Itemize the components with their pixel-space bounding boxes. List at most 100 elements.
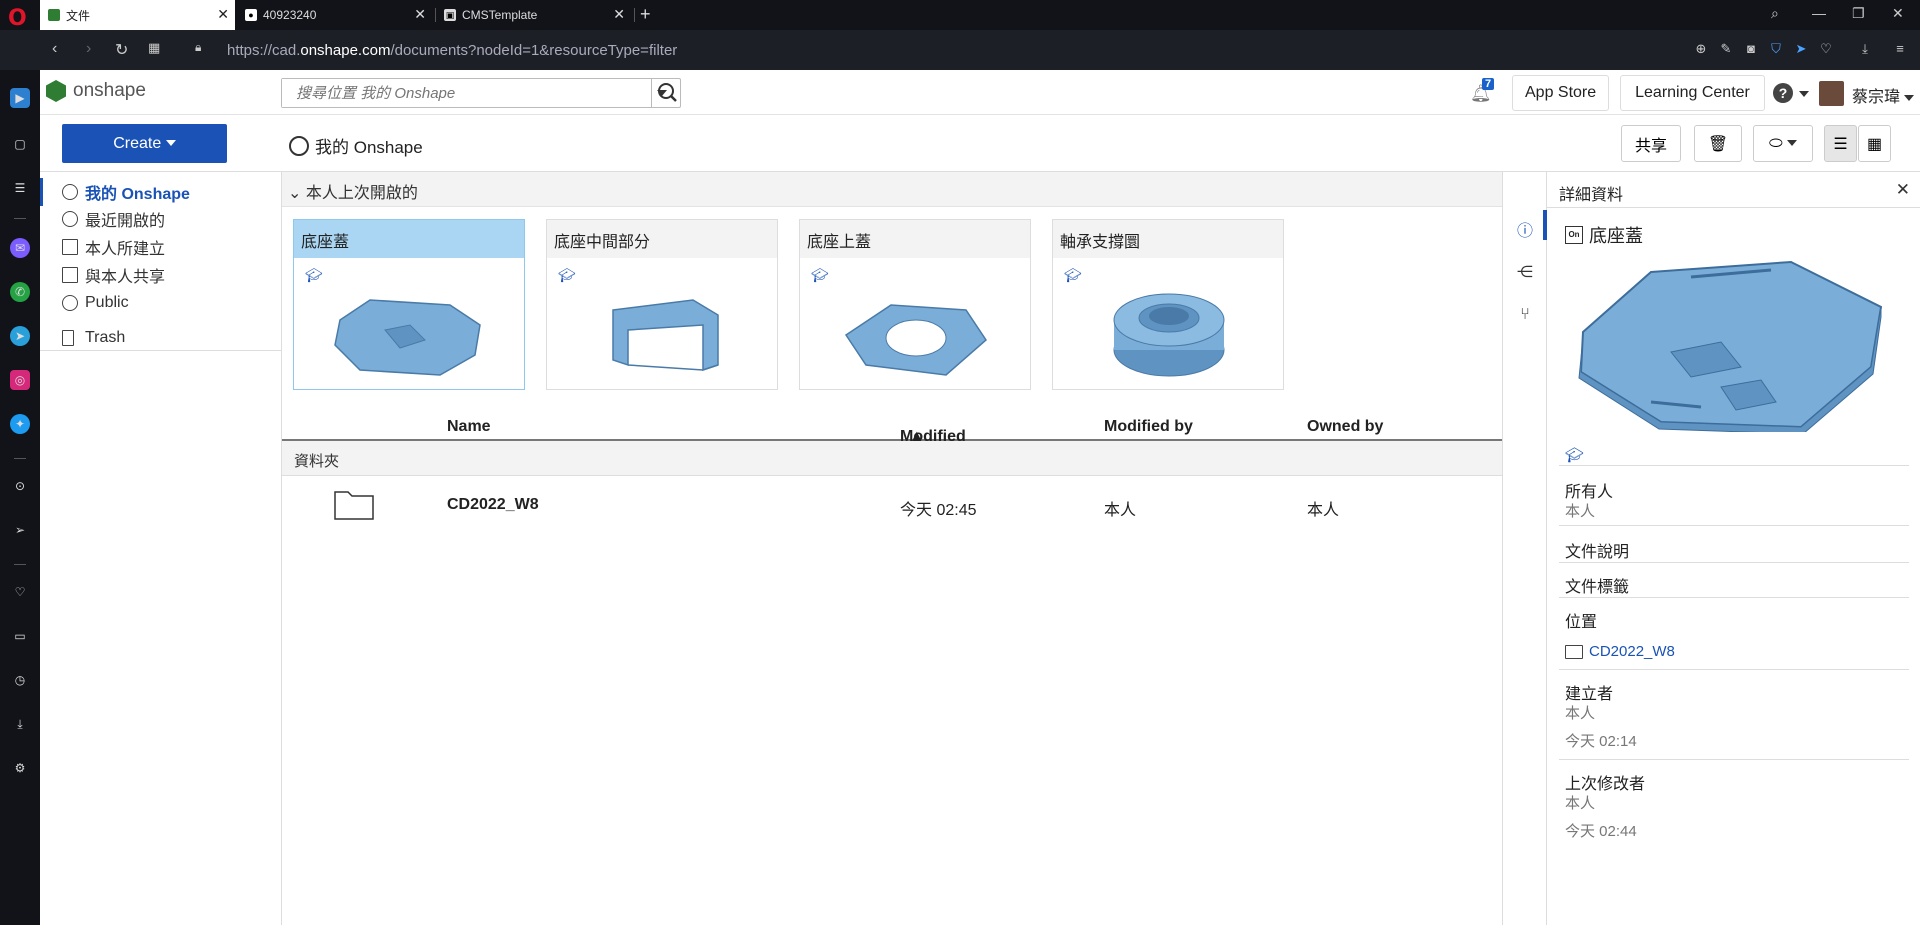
restore-icon[interactable]: ❐ <box>1852 5 1865 22</box>
tab-label: 文件 <box>66 8 91 23</box>
telegram-icon[interactable]: ➤ <box>10 326 30 346</box>
info-icon[interactable]: ⓘ <box>1515 217 1535 240</box>
tab-close-icon[interactable]: ✕ <box>414 6 426 23</box>
opera-logo-icon[interactable]: O <box>8 6 32 31</box>
search-button[interactable] <box>651 78 681 108</box>
search-tabs-icon[interactable]: ⌕ <box>1771 5 1779 22</box>
whatsapp-icon[interactable]: ✆ <box>10 282 30 302</box>
grid-view-button[interactable]: ▦ <box>1858 125 1891 162</box>
branch-icon[interactable]: ⑂ <box>1515 306 1535 326</box>
minimize-icon[interactable]: — <box>1812 5 1826 21</box>
education-cap-icon: 🎓︎ <box>305 267 323 283</box>
help-dropdown-icon[interactable] <box>1799 91 1809 97</box>
tags-label[interactable]: 文件標籤 <box>1565 573 1629 597</box>
modifier-label: 上次修改者 <box>1565 776 1646 793</box>
trash-icon: 🗑︎ <box>1707 135 1729 153</box>
table-row[interactable]: CD2022_W8 今天 02:45 本人 本人 <box>282 476 1502 532</box>
app-store-button[interactable]: App Store <box>1512 75 1610 111</box>
location-value: CD2022_W8 <box>1589 643 1675 660</box>
create-button[interactable]: Create <box>62 124 227 163</box>
zoom-icon[interactable]: ⊕ <box>1693 41 1709 57</box>
recent-card[interactable]: 底座中間部分 🎓︎ <box>546 219 778 390</box>
list-icon[interactable]: ☰ <box>10 178 30 198</box>
recent-section-header[interactable]: ⌄ 本人上次開啟的 <box>282 172 1502 207</box>
browser-tab-cmstemplate[interactable]: ▣ CMSTemplate ✕ <box>436 0 631 30</box>
edit-icon[interactable]: ✎ <box>1718 41 1734 57</box>
recent-card[interactable]: 底座上蓋 🎓︎ <box>799 219 1031 390</box>
twitter-icon[interactable]: ✦ <box>10 414 30 434</box>
list-view-button[interactable]: ☰ <box>1824 125 1857 162</box>
reload-icon[interactable]: ↻ <box>115 40 128 60</box>
camera-icon[interactable]: ◙ <box>1743 41 1759 57</box>
create-label: Create <box>113 134 162 152</box>
sidebar-item-shared-with-me[interactable]: 與本人共享 <box>62 262 165 288</box>
share-network-icon[interactable]: ⋲ <box>1515 262 1535 282</box>
row-name[interactable]: CD2022_W8 <box>447 496 539 514</box>
avatar[interactable] <box>1819 81 1844 106</box>
group-row-folders: 資料夾 <box>282 441 1502 476</box>
learning-center-button[interactable]: Learning Center <box>1620 75 1765 111</box>
music-player-icon[interactable]: ⊙ <box>10 476 30 496</box>
settings-gear-icon[interactable]: ⚙ <box>10 758 30 778</box>
user-menu[interactable]: 蔡宗瑋 <box>1852 83 1915 107</box>
close-window-icon[interactable]: ✕ <box>1892 5 1904 22</box>
details-separator <box>1559 759 1909 760</box>
notification-count-badge: 7 <box>1482 78 1495 90</box>
folder-icon <box>1565 644 1583 659</box>
column-header-name[interactable]: Name <box>447 418 491 436</box>
column-header-owned-by[interactable]: Owned by <box>1307 418 1383 436</box>
column-header-modified-by[interactable]: Modified by <box>1104 418 1193 436</box>
sidebar-item-trash[interactable]: Trash <box>62 325 125 351</box>
instagram-icon[interactable]: ◎ <box>10 370 30 390</box>
user-circle-icon <box>289 135 309 156</box>
help-icon[interactable]: ? <box>1773 83 1793 103</box>
send-icon[interactable]: ➤ <box>1793 41 1809 57</box>
player-icon[interactable]: ▶ <box>10 88 30 108</box>
onshape-logo[interactable]: onshape <box>46 80 146 102</box>
pinboard-heart-icon[interactable]: ♡ <box>10 582 30 602</box>
forward-icon[interactable]: › <box>86 40 91 58</box>
tabs-icon[interactable]: ▭ <box>10 626 30 646</box>
sidebar-item-public[interactable]: Public <box>62 290 129 316</box>
share-button[interactable]: 共享 <box>1621 125 1681 162</box>
recent-card[interactable]: 底座蓋 🎓︎ <box>293 219 525 390</box>
clock-icon <box>62 211 78 227</box>
tag-icon: ⬭ <box>1768 134 1783 152</box>
label-button[interactable]: ⬭ <box>1753 125 1813 162</box>
recent-card[interactable]: 軸承支撐圜 🎓︎ <box>1052 219 1284 390</box>
url-prefix: https://cad. <box>227 42 301 59</box>
new-tab-plus-icon[interactable]: + <box>640 4 651 25</box>
browser-tab-github[interactable]: ● 40923240 ✕ <box>237 0 432 30</box>
details-doc-name-label: 底座蓋 <box>1589 226 1643 246</box>
tab-close-icon[interactable]: ✕ <box>613 6 625 23</box>
history-icon[interactable]: ◷ <box>10 670 30 690</box>
search-box <box>281 78 681 108</box>
sidebar-item-label: 與本人共享 <box>85 269 166 286</box>
heart-icon[interactable]: ♡ <box>1818 41 1834 57</box>
location-link[interactable]: CD2022_W8 <box>1565 643 1675 660</box>
sidebar-item-my-onshape[interactable]: 我的 Onshape <box>62 179 190 205</box>
url-field[interactable]: https://cad.onshape.com/documents?nodeId… <box>227 42 677 59</box>
shield-icon[interactable]: ⛉ <box>1768 41 1784 57</box>
sidebar-item-recent[interactable]: 最近開啟的 <box>62 206 165 232</box>
browser-tab-documents[interactable]: 文件 ✕ <box>40 0 235 30</box>
workspaces-icon[interactable]: ▢ <box>10 134 30 154</box>
tab-close-icon[interactable]: ✕ <box>217 6 229 23</box>
downloads-icon[interactable]: ⤓ <box>10 714 30 734</box>
download-icon[interactable]: ⤓ <box>1857 41 1873 57</box>
sidebar-item-created-by-me[interactable]: 本人所建立 <box>62 234 165 260</box>
tab-separator <box>634 8 635 22</box>
details-separator <box>1559 669 1909 670</box>
messenger-icon[interactable]: ✉ <box>10 238 30 258</box>
column-header-modified[interactable]: Modified ▲ <box>900 418 966 445</box>
url-domain: onshape.com <box>300 42 391 59</box>
flow-icon[interactable]: ➢ <box>10 520 30 540</box>
search-icon <box>658 83 677 102</box>
speed-dial-icon[interactable]: ▦ <box>148 40 160 56</box>
description-label[interactable]: 文件說明 <box>1565 538 1629 562</box>
back-icon[interactable]: ‹ <box>52 40 57 58</box>
menu-icon[interactable]: ≡ <box>1892 41 1908 57</box>
delete-button[interactable]: 🗑︎ <box>1694 125 1742 162</box>
search-input[interactable] <box>282 79 642 107</box>
close-icon[interactable]: ✕ <box>1896 180 1910 200</box>
